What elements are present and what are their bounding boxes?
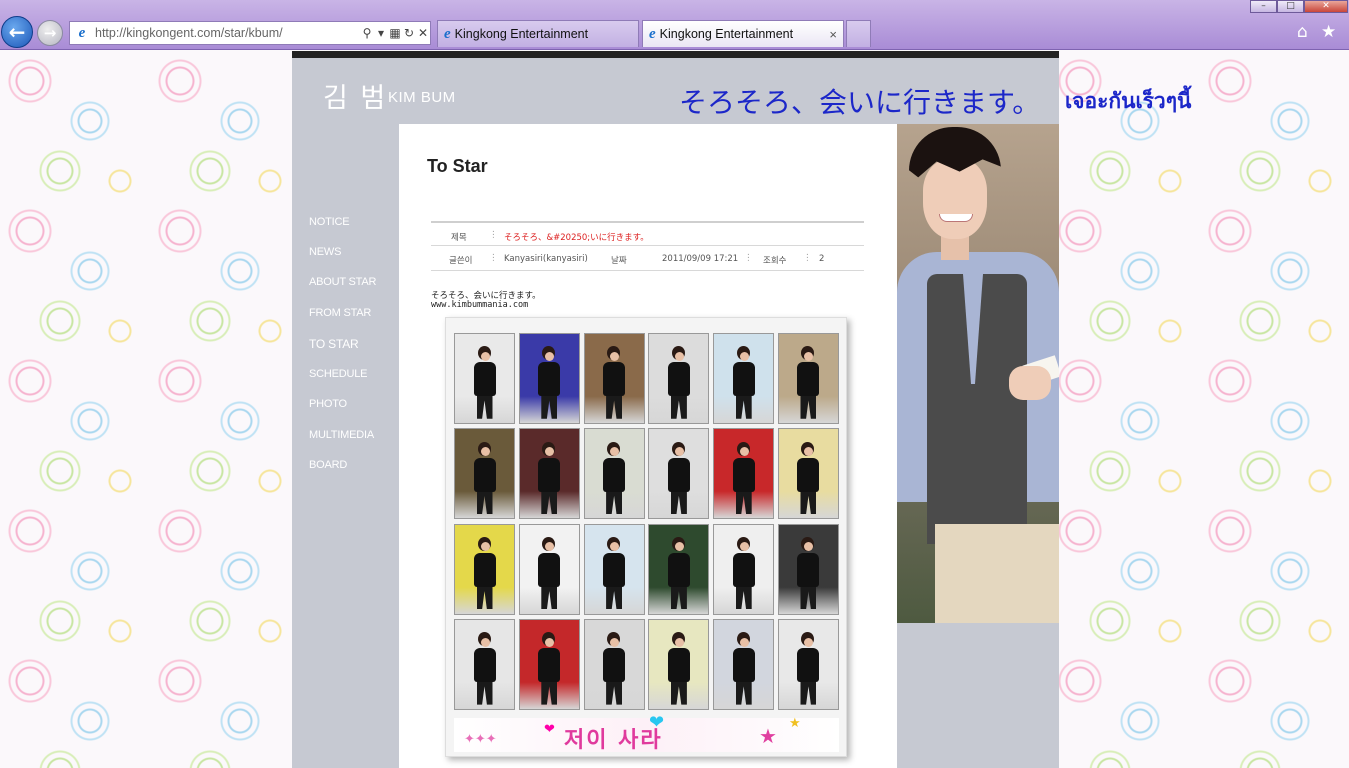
minimize-button[interactable]: – — [1250, 0, 1277, 13]
collage-photo — [648, 523, 710, 615]
post-info-table: 제목 ⋮ そろそろ、&#20250;いに行きます。 글쓴이 ⋮ Kanyasir… — [431, 221, 864, 271]
menu-item-to-star[interactable]: TO STAR — [309, 337, 359, 351]
collage-photo — [518, 523, 580, 615]
browser-toolbar: ← → e http://kingkongent.com/star/kbum/ … — [0, 0, 1349, 50]
menu-item-board[interactable]: BOARD — [309, 459, 347, 471]
star-portrait-image — [897, 124, 1059, 623]
collage-photo — [713, 428, 775, 520]
divider: ⋮ — [803, 253, 812, 263]
arrow-left-icon: ← — [8, 20, 26, 44]
author-label: 글쓴이 — [449, 256, 473, 266]
ie-logo-icon: e — [444, 25, 451, 42]
collage-photo — [777, 618, 839, 710]
forward-button[interactable]: → — [37, 20, 63, 46]
menu-item-multimedia[interactable]: MULTIMEDIA — [309, 429, 374, 441]
divider: ⋮ — [744, 253, 753, 263]
date-label: 날짜 — [611, 256, 627, 266]
ie-logo-icon: e — [78, 25, 86, 41]
tab-kingkong-1[interactable]: e Kingkong Entertainment — [437, 20, 639, 47]
tab-label: Kingkong Entertainment — [659, 27, 794, 41]
collage-photo — [648, 428, 710, 520]
ie-logo-icon: e — [649, 25, 656, 42]
post-subject: そろそろ、&#20250;いに行きます。 — [504, 233, 649, 243]
site-container: 김 범 KIM BUM そろそろ、会いに行きます。 เจอะกันเร็วๆนี… — [292, 51, 1191, 768]
collage-photo — [583, 618, 645, 710]
collage-photo — [713, 523, 775, 615]
collage-photo — [583, 523, 645, 615]
page-title: To Star — [427, 156, 488, 176]
home-icon[interactable]: ⌂ — [1297, 22, 1308, 42]
new-tab-button[interactable] — [846, 20, 871, 47]
collage-photo — [583, 428, 645, 520]
subject-label: 제목 — [451, 233, 467, 243]
site-header: 김 범 KIM BUM そろそろ、会いに行きます。 เจอะกันเร็วๆนี… — [292, 58, 1191, 124]
menu-item-schedule[interactable]: SCHEDULE — [309, 368, 368, 380]
collage-photo — [518, 428, 580, 520]
maximize-button[interactable]: □ — [1277, 0, 1304, 13]
logo-korean[interactable]: 김 범 — [323, 76, 387, 115]
sidebar-menu: NOTICE NEWS ABOUT STAR FROM STAR TO STAR… — [292, 124, 399, 768]
star-icon: ★ — [789, 716, 801, 731]
tab-label: Kingkong Entertainment — [454, 27, 589, 41]
compat-icon[interactable]: ▦ — [388, 26, 402, 40]
tab-kingkong-2[interactable]: e Kingkong Entertainment × — [642, 20, 844, 47]
collage-photo — [518, 333, 580, 424]
headline-japanese: そろそろ、会いに行きます。 — [679, 86, 1041, 119]
menu-item-about-star[interactable]: ABOUT STAR — [309, 276, 376, 288]
url-text[interactable]: http://kingkongent.com/star/kbum/ — [95, 26, 360, 40]
stop-icon[interactable]: ✕ — [416, 26, 430, 40]
heart-icon: ❤ — [649, 712, 665, 733]
collage-photo — [454, 618, 515, 710]
refresh-icon[interactable]: ↻ — [402, 26, 416, 40]
collage-photo — [583, 333, 645, 424]
post-body-line-2: www.kimbummania.com — [431, 300, 529, 310]
divider: ⋮ — [489, 253, 498, 263]
collage-photo — [454, 523, 515, 615]
photo-grid — [454, 333, 839, 715]
divider: ⋮ — [489, 230, 498, 240]
close-window-button[interactable]: ✕ — [1304, 0, 1348, 13]
collage-photo — [454, 428, 515, 520]
menu-item-notice[interactable]: NOTICE — [309, 216, 350, 228]
logo-english[interactable]: KIM BUM — [388, 89, 456, 106]
main-content: To Star 제목 ⋮ そろそろ、&#20250;いに行きます。 글쓴이 ⋮ … — [399, 124, 897, 768]
sparkle-icon: ✦✦✦ — [464, 732, 497, 747]
collage-photo — [648, 333, 710, 424]
photo-collage: ✦✦✦ ❤ 저이 사라 ❤ ★ ★ — [445, 317, 847, 757]
arrow-right-icon: → — [43, 24, 57, 42]
post-meta-row: 글쓴이 ⋮ Kanyasiri(kanyasiri) 날짜 2011/09/09… — [431, 246, 864, 271]
collage-photo — [518, 618, 580, 710]
post-subject-row: 제목 ⋮ そろそろ、&#20250;いに行きます。 — [431, 221, 864, 246]
menu-item-from-star[interactable]: FROM STAR — [309, 307, 371, 319]
search-icon[interactable]: ⚲ — [360, 26, 374, 40]
collage-photo — [777, 333, 839, 424]
collage-photo — [648, 618, 710, 710]
post-views: 2 — [819, 254, 825, 264]
menu-item-news[interactable]: NEWS — [309, 246, 341, 258]
collage-banner: ✦✦✦ ❤ 저이 사라 ❤ ★ ★ — [454, 712, 839, 753]
menu-item-photo[interactable]: PHOTO — [309, 398, 347, 410]
collage-photo — [777, 523, 839, 615]
site-top-bar — [292, 51, 1059, 58]
heart-icon: ❤ — [544, 722, 555, 737]
dropdown-icon[interactable]: ▾ — [374, 26, 388, 40]
headline-thai: เจอะกันเร็วๆนี้ — [1065, 89, 1192, 113]
window-controls: – □ ✕ — [1250, 0, 1348, 13]
address-bar[interactable]: e http://kingkongent.com/star/kbum/ ⚲ ▾ … — [69, 21, 431, 45]
views-label: 조회수 — [763, 256, 787, 266]
collage-photo — [713, 333, 775, 424]
post-body-text: そろそろ、会いに行きます。 www.kimbummania.com — [431, 292, 541, 310]
back-button[interactable]: ← — [1, 16, 33, 48]
collage-photo — [454, 333, 515, 424]
banner-text: 저이 사라 — [564, 728, 663, 753]
favorites-star-icon[interactable]: ★ — [1321, 22, 1336, 42]
post-author[interactable]: Kanyasiri(kanyasiri) — [504, 254, 588, 264]
star-icon: ★ — [759, 724, 777, 748]
collage-photo — [713, 618, 775, 710]
post-date: 2011/09/09 17:21 — [662, 254, 739, 264]
collage-photo — [777, 428, 839, 520]
close-tab-icon[interactable]: × — [829, 27, 837, 42]
